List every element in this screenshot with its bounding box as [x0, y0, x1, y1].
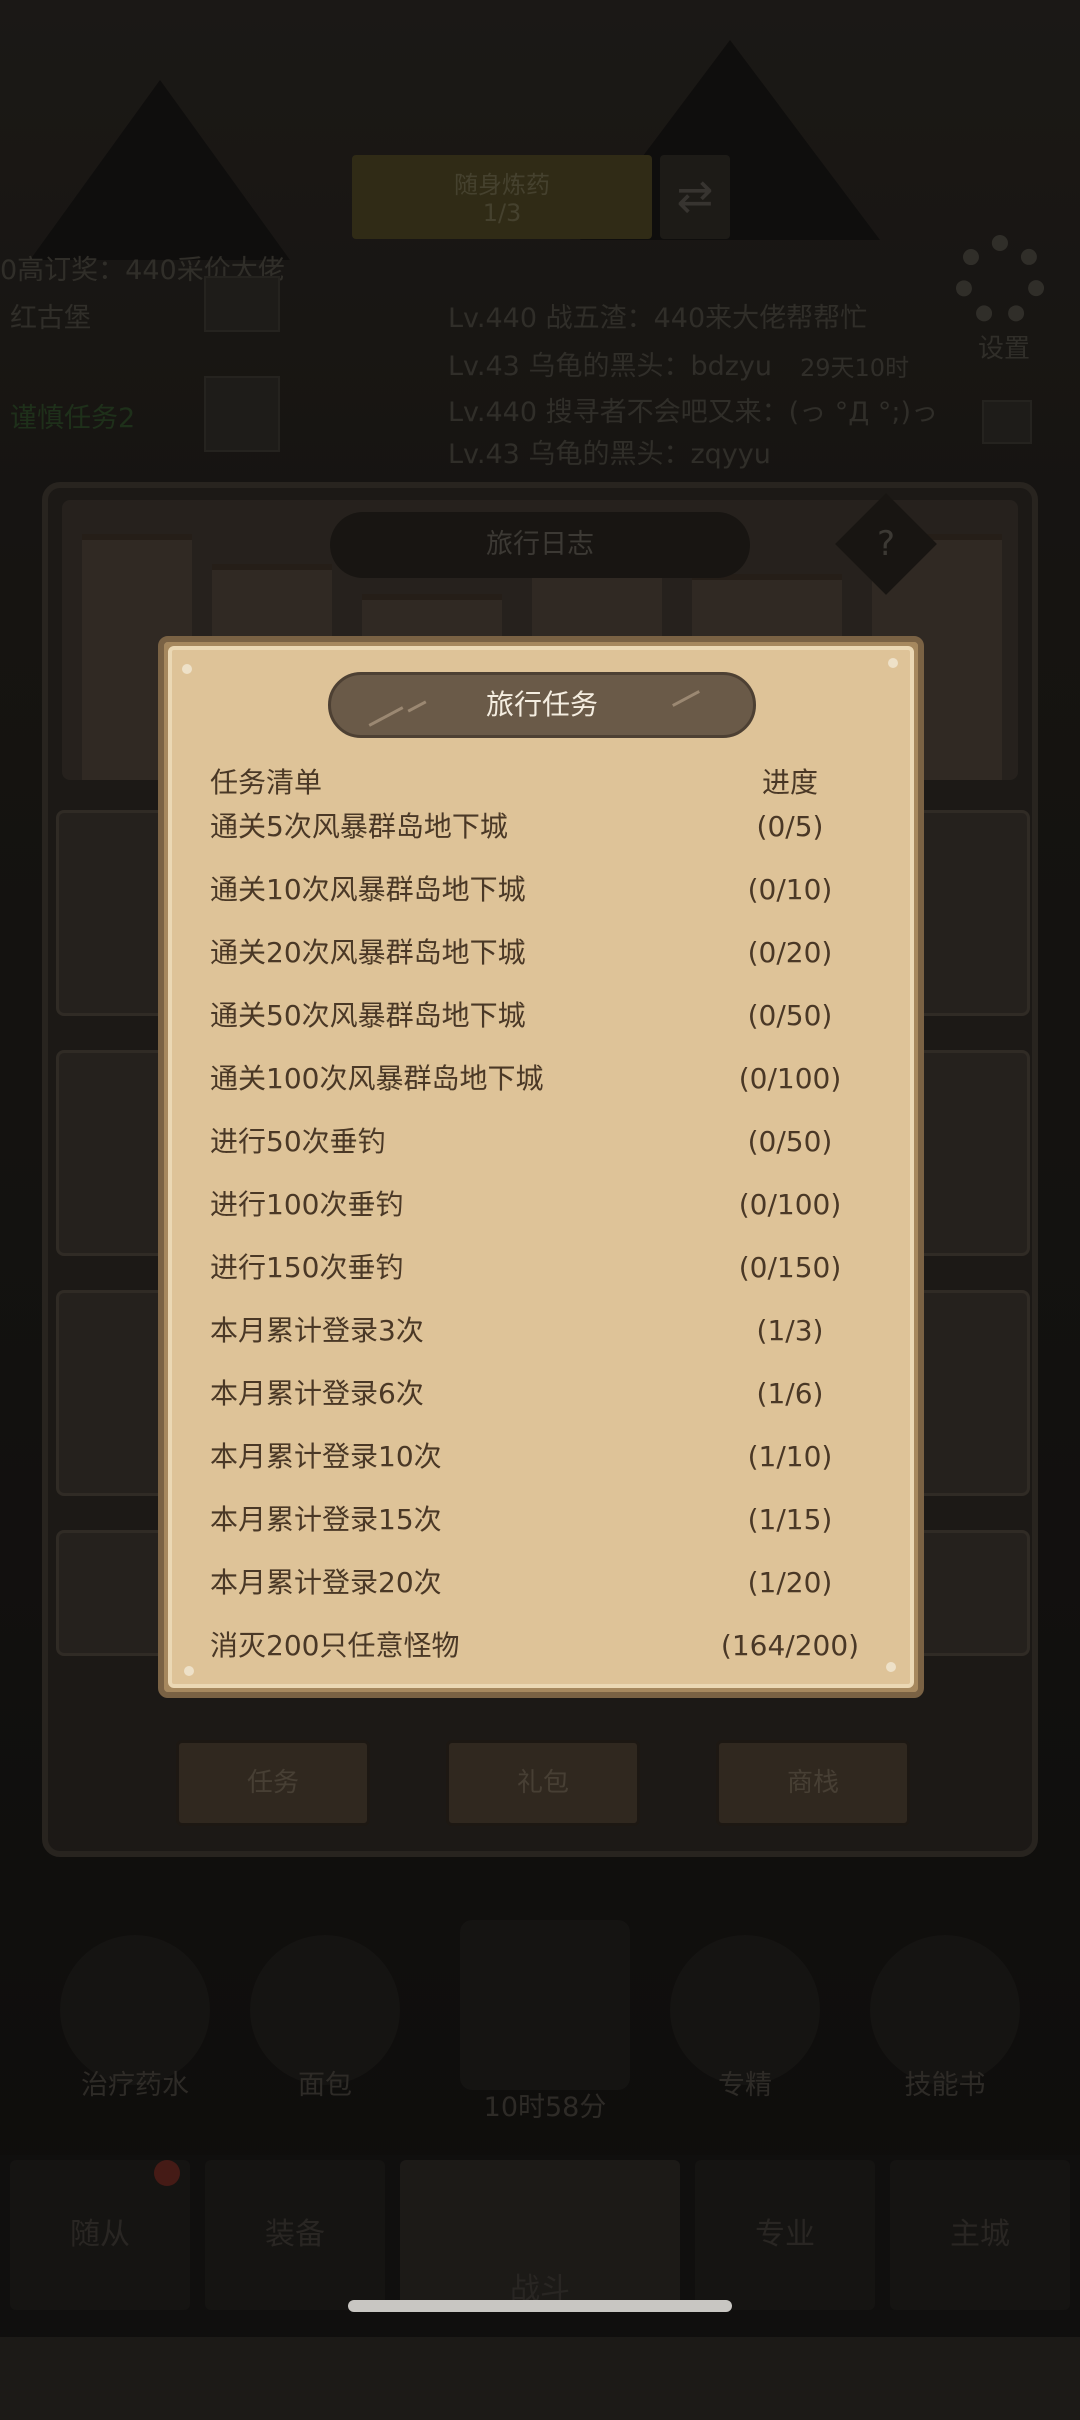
task-name: 通关100次风暴群岛地下城: [210, 1062, 544, 1095]
task-row: 本月累计登录20次 (1/20): [210, 1552, 890, 1614]
task-name: 通关20次风暴群岛地下城: [210, 936, 526, 969]
task-name: 本月累计登录10次: [210, 1440, 442, 1473]
task-row: 通关50次风暴群岛地下城 (0/50): [210, 985, 890, 1047]
title-scratch: [368, 706, 404, 727]
task-progress: (0/100): [738, 1188, 842, 1221]
title-scratch: [672, 690, 700, 707]
task-progress: (0/50): [747, 1125, 833, 1158]
task-name: 本月累计登录20次: [210, 1566, 442, 1599]
parchment-corner: [184, 1666, 194, 1676]
task-name: 本月累计登录15次: [210, 1503, 442, 1536]
task-name: 进行50次垂钓: [210, 1125, 386, 1158]
task-progress: (0/50): [747, 999, 833, 1032]
task-row: 本月累计登录15次 (1/15): [210, 1489, 890, 1551]
task-row: 通关100次风暴群岛地下城 (0/100): [210, 1048, 890, 1110]
title-scratch: [407, 700, 427, 713]
task-progress: (0/10): [747, 873, 833, 906]
parchment-corner: [182, 664, 192, 674]
task-row: 消灭200只任意怪物 (164/200): [210, 1615, 890, 1677]
task-name: 本月累计登录3次: [210, 1314, 424, 1347]
task-progress: (0/20): [747, 936, 833, 969]
task-progress: (1/6): [756, 1377, 824, 1410]
task-progress: (1/3): [756, 1314, 824, 1347]
task-progress: (164/200): [720, 1629, 860, 1662]
task-progress: (1/15): [747, 1503, 833, 1536]
task-row: 进行50次垂钓 (0/50): [210, 1111, 890, 1173]
modal-title: 旅行任务: [328, 672, 756, 738]
task-progress: (1/10): [747, 1440, 833, 1473]
task-name: 进行150次垂钓: [210, 1251, 404, 1284]
task-progress: (0/5): [756, 810, 824, 843]
task-progress: (0/100): [738, 1062, 842, 1095]
task-name: 通关50次风暴群岛地下城: [210, 999, 526, 1032]
parchment-corner: [888, 658, 898, 668]
task-name: 通关10次风暴群岛地下城: [210, 873, 526, 906]
task-name: 本月累计登录6次: [210, 1377, 424, 1410]
task-progress: (1/20): [747, 1566, 833, 1599]
task-row: 本月累计登录3次 (1/3): [210, 1300, 890, 1362]
task-name: 通关5次风暴群岛地下城: [210, 810, 508, 843]
task-row: 进行150次垂钓 (0/150): [210, 1237, 890, 1299]
task-row: 本月累计登录6次 (1/6): [210, 1363, 890, 1425]
task-row: 本月累计登录10次 (1/10): [210, 1426, 890, 1488]
modal-title-text: 旅行任务: [485, 688, 598, 721]
task-row: 进行100次垂钓 (0/100): [210, 1174, 890, 1236]
task-name: 消灭200只任意怪物: [210, 1629, 460, 1662]
task-row: 通关10次风暴群岛地下城 (0/10): [210, 859, 890, 921]
task-name: 进行100次垂钓: [210, 1188, 404, 1221]
task-progress: (0/150): [738, 1251, 842, 1284]
task-row: 通关20次风暴群岛地下城 (0/20): [210, 922, 890, 984]
home-indicator[interactable]: [348, 2300, 732, 2312]
task-row: 通关5次风暴群岛地下城 (0/5): [210, 796, 890, 858]
